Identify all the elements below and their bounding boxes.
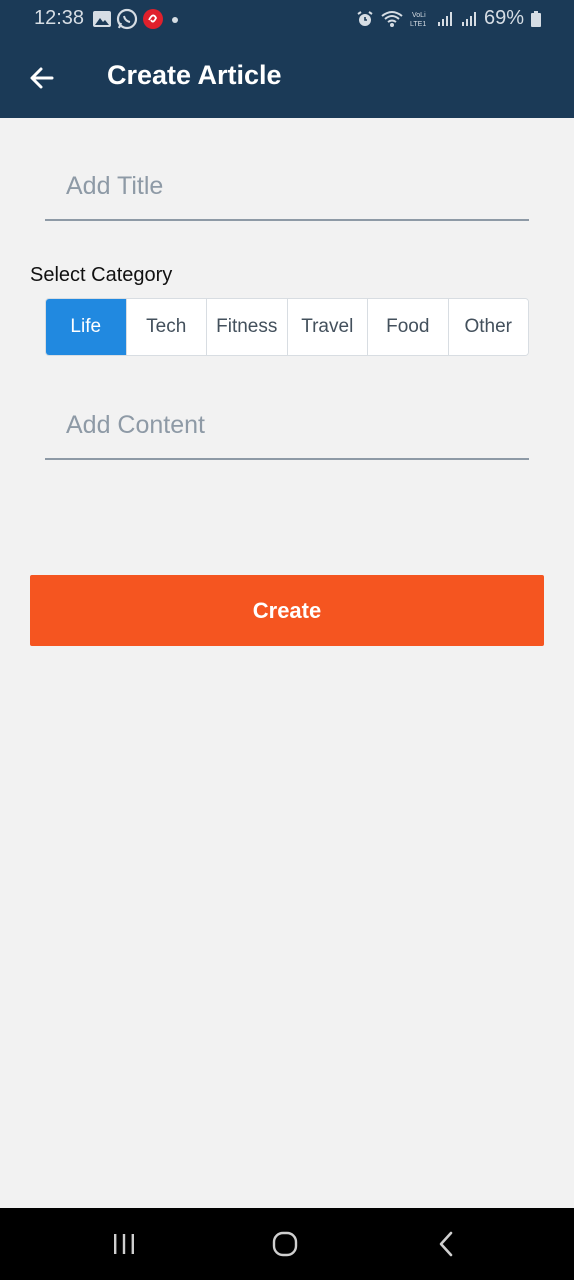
category-food[interactable]: Food xyxy=(368,299,449,355)
app-bar: Create Article xyxy=(0,38,574,118)
status-bar: 12:38 VoLi LTE1 69% xyxy=(0,0,574,38)
image-icon xyxy=(93,11,111,27)
signal-icon xyxy=(461,11,476,26)
category-life[interactable]: Life xyxy=(46,299,127,355)
svg-text:LTE1: LTE1 xyxy=(410,21,426,28)
create-button[interactable]: Create xyxy=(30,575,544,646)
arrow-left-icon xyxy=(30,67,54,89)
content-field-container xyxy=(45,392,529,460)
nav-back-button[interactable] xyxy=(416,1226,476,1262)
category-tech[interactable]: Tech xyxy=(126,299,207,355)
back-button[interactable] xyxy=(22,58,62,98)
volte-icon: VoLi LTE1 xyxy=(410,12,426,28)
system-nav-bar xyxy=(0,1208,574,1280)
content-input[interactable] xyxy=(45,392,529,458)
category-fitness[interactable]: Fitness xyxy=(207,299,288,355)
alarm-icon xyxy=(357,10,373,26)
page-title: Create Article xyxy=(107,60,282,90)
signal-icon xyxy=(437,11,452,26)
title-input[interactable] xyxy=(45,153,529,219)
category-segmented-control: Life Tech Fitness Travel Food Other xyxy=(45,298,529,356)
dot-icon xyxy=(172,17,178,23)
back-icon xyxy=(439,1231,453,1257)
category-other[interactable]: Other xyxy=(448,299,528,355)
svg-text:VoLi: VoLi xyxy=(412,12,426,19)
whatsapp-icon xyxy=(116,8,138,30)
category-travel[interactable]: Travel xyxy=(287,299,368,355)
recents-icon xyxy=(114,1234,134,1254)
status-time: 12:38 xyxy=(34,7,85,29)
battery-percent: 69% xyxy=(483,7,524,29)
wifi-calling-icon xyxy=(381,10,403,27)
home-button[interactable] xyxy=(255,1226,315,1262)
recents-button[interactable] xyxy=(94,1226,154,1262)
title-field-container xyxy=(45,153,529,221)
system-icons: VoLi LTE1 69% xyxy=(356,7,542,30)
home-icon xyxy=(272,1231,298,1257)
airtel-icon xyxy=(143,9,163,29)
category-label: Select Category xyxy=(30,264,173,286)
battery-icon xyxy=(531,10,541,27)
notification-icons xyxy=(92,8,182,30)
